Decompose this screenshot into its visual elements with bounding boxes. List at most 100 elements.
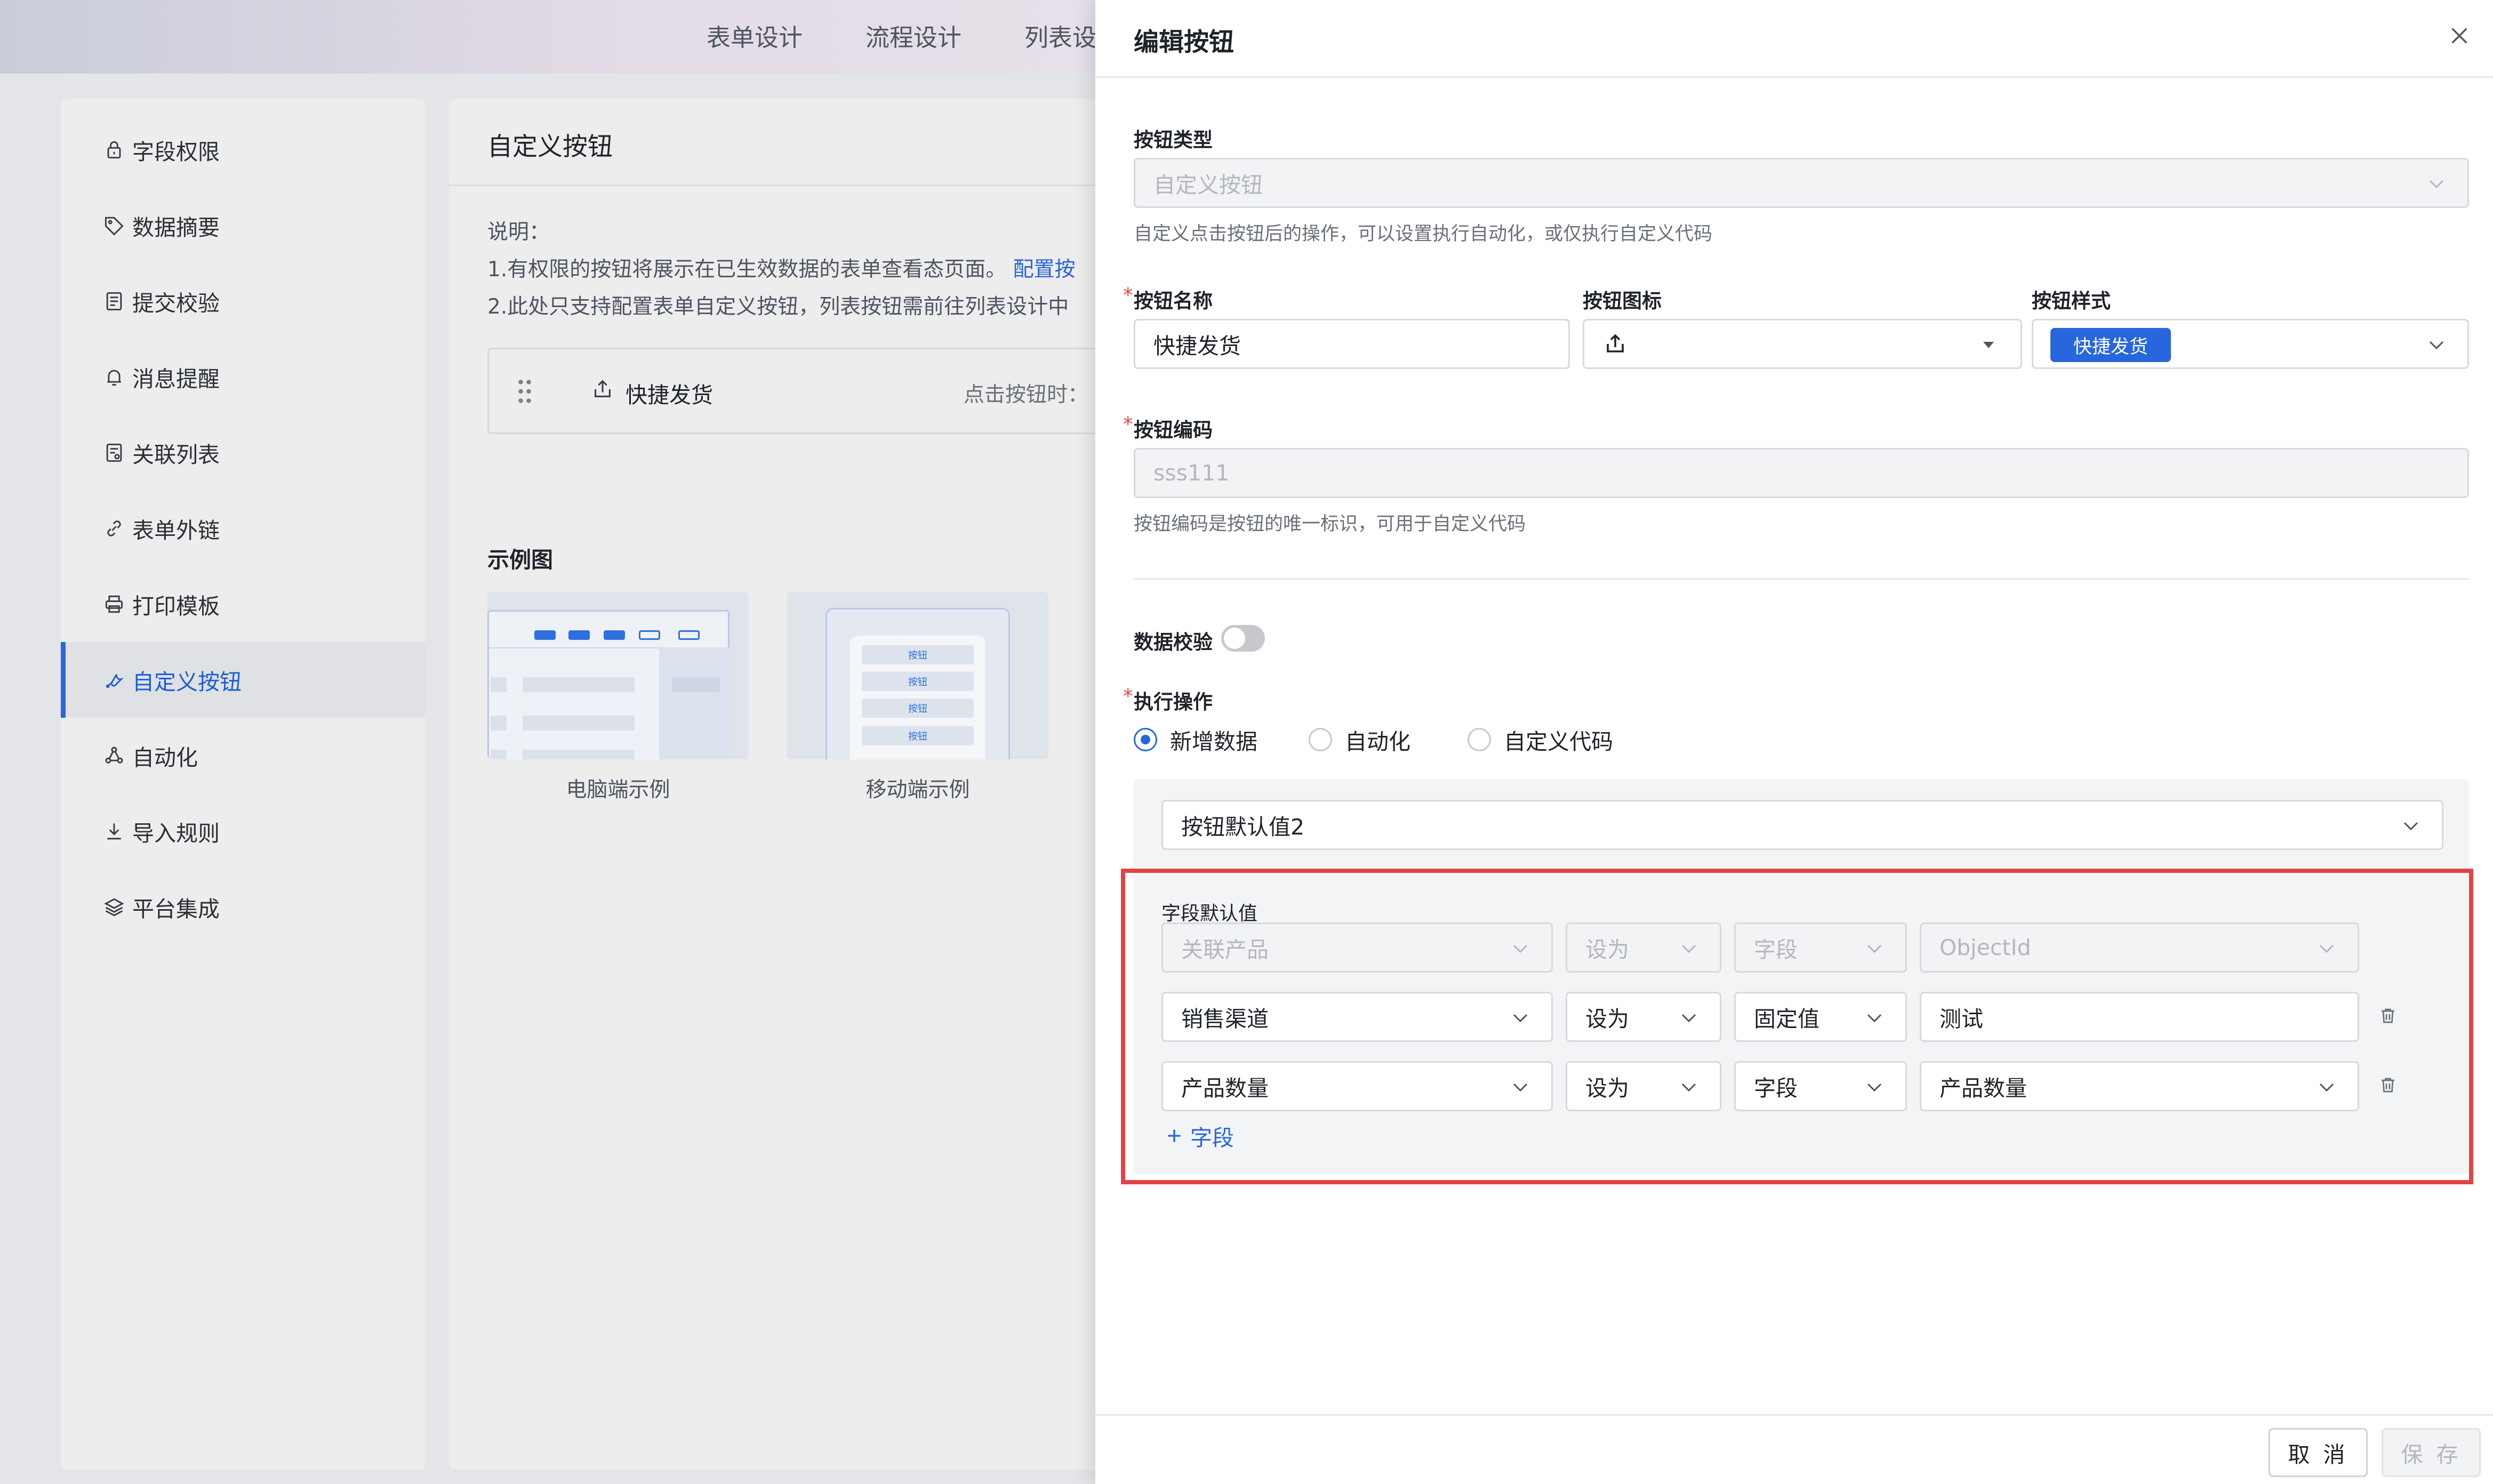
action-label: * 执行操作 [1123,685,1213,713]
button-style-select[interactable]: 快捷发货 [2032,319,2469,369]
button-type-select[interactable]: 自定义按钮 [1134,158,2469,208]
data-validation-toggle[interactable] [1221,625,1265,652]
desktop-example-image [487,592,749,759]
radio-automation[interactable]: 自动化 [1309,724,1410,756]
description-heading: 说明： [487,220,550,244]
sidebar-item-label: 关联列表 [132,442,220,468]
add-field-button[interactable]: 字段 [1164,1120,1234,1152]
sidebar-item-submit-validation[interactable]: 提交校验 [61,263,426,339]
mobile-example-button: 按钮 [862,645,974,664]
cancel-button[interactable]: 取 消 [2268,1428,2368,1477]
sidebar-item-label: 导入规则 [132,821,220,846]
sidebar-item-field-permissions[interactable]: 字段权限 [61,112,426,188]
radio-label: 新增数据 [1170,729,1257,755]
sidebar-item-label: 提交校验 [132,291,220,316]
close-icon[interactable] [2447,23,2472,48]
layers-icon [102,895,126,919]
sidebar-item-import-rules[interactable]: 导入规则 [61,793,426,869]
bell-icon [102,365,126,389]
mobile-example-button: 按钮 [862,672,974,691]
linked-list-icon [102,441,126,464]
radio-label: 自定义代码 [1504,729,1613,755]
automation-icon [102,744,126,767]
radio-circle [1468,728,1491,751]
sidebar-item-automation[interactable]: 自动化 [61,718,426,793]
button-type-label: 按钮类型 [1134,129,1213,151]
button-style-label: 按钮样式 [2032,290,2111,312]
mobile-example-image: 按钮 按钮 按钮 按钮 [787,592,1048,759]
custom-button-page: 自定义按钮 说明： 1.有权限的按钮将展示在已生效数据的表单查看态页面。 配置按… [449,99,1142,1470]
highlight-frame [1121,869,2473,1184]
sidebar-item-label: 自定义按钮 [132,669,242,695]
button-code-input[interactable]: sss111 [1134,448,2469,498]
divider [449,185,1142,186]
config-link[interactable]: 配置按 [1013,258,1076,282]
default-preset-select[interactable]: 按钮默认值2 [1161,800,2443,850]
sidebar-item-platform-integration[interactable]: 平台集成 [61,869,426,945]
edit-button-drawer: 编辑按钮 按钮类型 自定义按钮 自定义点击按钮后的操作，可以设置执行自动化，或仅… [1095,0,2493,1484]
wrench-icon [102,668,126,692]
radio-custom-code[interactable]: 自定义代码 [1468,724,1613,756]
sidebar-item-label: 消息提醒 [132,366,220,392]
sidebar-item-notifications[interactable]: 消息提醒 [61,339,426,415]
upload-icon [595,380,611,397]
button-name-input[interactable]: 快捷发货 [1134,319,1570,369]
data-validation-label: 数据校验 [1134,631,1213,654]
save-button[interactable]: 保 存 [2382,1428,2481,1477]
button-type-value: 自定义按钮 [1153,172,1263,198]
radio-add-data[interactable]: 新增数据 [1134,724,1257,756]
sidebar-item-data-summary[interactable]: 数据摘要 [61,188,426,263]
radio-circle [1134,728,1157,751]
printer-icon [102,592,126,616]
sidebar-item-label: 自动化 [132,745,198,771]
download-icon [102,820,126,843]
label-text: 按钮编码 [1134,419,1213,442]
sidebar-item-label: 打印模板 [132,593,220,619]
mobile-example-label: 移动端示例 [865,778,970,802]
radio-circle [1309,728,1332,751]
description-line-1: 1.有权限的按钮将展示在已生效数据的表单查看态页面。 配置按 [487,253,1076,283]
tab-list-design[interactable]: 列表设 [1024,18,1096,53]
button-list-item[interactable]: 快捷发货 点击按钮时： [487,348,1142,434]
radio-label: 自动化 [1345,729,1410,755]
label-text: 按钮名称 [1134,290,1213,312]
sidebar-item-label: 数据摘要 [132,215,220,240]
page-title: 自定义按钮 [487,132,613,162]
tab-form-design[interactable]: 表单设计 [707,18,803,53]
sidebar-item-print-template[interactable]: 打印模板 [61,566,426,642]
button-style-preview: 快捷发货 [2050,328,2171,362]
sidebar-item-label: 平台集成 [132,896,220,922]
button-code-hint: 按钮编码是按钮的唯一标识，可用于自定义代码 [1134,514,1526,535]
button-code-value: sss111 [1153,460,1230,486]
sidebar-item-custom-button[interactable]: 自定义按钮 [61,642,426,718]
upload-icon [1607,334,1624,352]
button-code-label: * 按钮编码 [1123,413,1213,442]
mobile-example-button: 按钮 [862,726,974,745]
tag-icon [102,214,126,237]
sidebar-item-related-list[interactable]: 关联列表 [61,415,426,491]
lock-icon [102,138,126,162]
button-type-hint: 自定义点击按钮后的操作，可以设置执行自动化，或仅执行自定义代码 [1134,223,1713,245]
chevron-down-icon [2403,822,2418,831]
mobile-example-button: 按钮 [862,699,974,718]
divider [1134,578,2469,580]
drawer-header: 编辑按钮 [1095,0,2493,78]
button-name-value: 快捷发货 [1153,333,1241,359]
desktop-example-label: 电脑端示例 [566,778,670,802]
chevron-down-icon [2429,341,2444,350]
description-text: 1.有权限的按钮将展示在已生效数据的表单查看态页面。 [487,258,1007,282]
sidebar-item-form-link[interactable]: 表单外链 [61,491,426,566]
chevron-down-icon [2429,180,2444,189]
button-click-label: 点击按钮时： [964,383,1089,407]
tab-flow-design[interactable]: 流程设计 [865,18,961,53]
link-icon [102,517,126,540]
drag-handle-icon[interactable] [517,378,533,405]
button-name: 快捷发货 [626,382,713,408]
button-icon-select[interactable] [1583,319,2022,369]
drawer-title: 编辑按钮 [1134,28,1234,57]
settings-sidebar: 字段权限 数据摘要 提交校验 消息提醒 关联列表 表单外链 打印模板 自定义按钮… [61,99,426,1470]
button-name-label: * 按钮名称 [1123,284,1213,312]
toggle-knob [1224,628,1245,649]
checklist-icon [102,290,126,313]
add-field-label: 字段 [1190,1125,1234,1151]
